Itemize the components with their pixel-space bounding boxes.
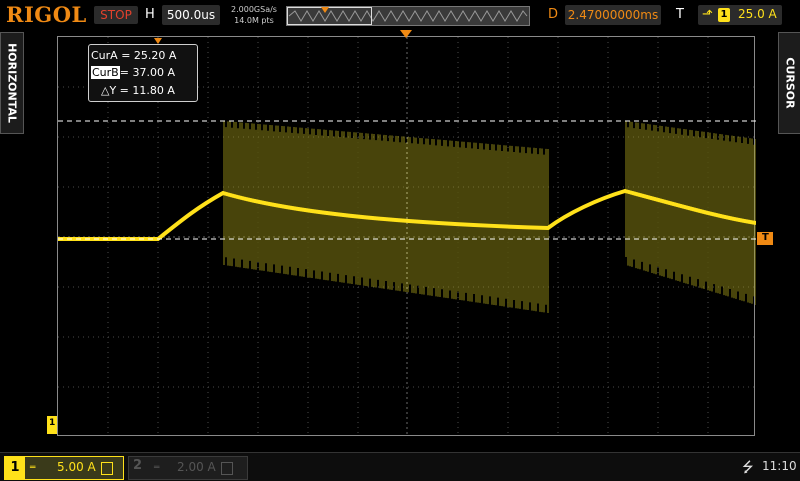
cursor-readout: CurA = 25.20 A CurB= 37.00 A △Y = 11.80 … [88,44,198,102]
memory-depth: 14.0M pts [234,16,274,25]
system-clock: 11:10 [762,459,797,473]
trigger-settings[interactable]: ⬏ 1 25.0 A [698,5,782,25]
channel-1-tab[interactable]: 1 ═ 5.00 A [4,456,124,480]
horizontal-label: H [145,7,155,22]
timebase-value[interactable]: 500.0us [162,5,220,25]
cursor-a-value: 25.20 A [133,49,177,62]
memory-waveform-icon [287,7,528,25]
sample-rate: 2.000GSa/s [231,5,277,14]
usb-icon: ⭍ [742,460,754,476]
delta-y-label: △Y = [101,84,129,97]
trigger-level-marker[interactable]: T [757,232,773,245]
cursor-a-label: CurA = [91,49,131,62]
memory-position-bar[interactable] [286,6,530,26]
ch1-scale: 5.00 A [57,460,96,474]
bottom-channel-bar: 1 ═ 5.00 A 2 ═ 2.00 A ⭍ 11:10 [0,452,800,481]
channel-2-tab[interactable]: 2 ═ 2.00 A [128,456,248,480]
cursor-b-sep: = [119,66,129,79]
rising-edge-icon: ⬏ [702,7,713,22]
trigger-label: T [676,7,684,22]
trigger-delay-value[interactable]: 2.47000000ms [565,5,661,25]
cursor-b-label: CurB [91,66,120,79]
top-status-bar: RIGOL STOP H 500.0us 2.000GSa/s 14.0M pt… [0,0,800,30]
bandwidth-limit-icon [101,462,113,475]
bandwidth-limit-icon-ch2 [221,462,233,475]
cursor-position-marker [154,38,162,44]
cursor-menu-tab[interactable]: CURSOR [778,32,800,134]
cursor-tab-label: CURSOR [783,57,797,109]
dc-coupling-icon-ch2: ═ [154,463,160,473]
ch1-ground-marker[interactable]: 1 [47,416,57,434]
cursor-b-value: 37.00 A [132,66,175,79]
dc-coupling-icon: ═ [30,463,36,473]
trigger-position-marker[interactable] [400,30,414,40]
horizontal-menu-tab[interactable]: HORIZONTAL [0,32,24,134]
ripple-band [625,121,756,305]
ch2-scale: 2.00 A [177,460,216,474]
delay-label: D [548,7,559,22]
ripple-band [223,121,549,313]
trigger-source-channel: 1 [718,8,730,22]
trigger-level-value: 25.0 A [738,7,777,21]
ch2-number: 2 [133,458,143,473]
brand-logo: RIGOL [6,2,87,27]
horizontal-tab-label: HORIZONTAL [5,43,19,123]
delta-y-value: 11.80 A [132,84,175,97]
ch1-waveform-envelope [223,121,756,313]
trigger-level-tag: T [762,232,769,243]
ch1-number: 1 [5,457,25,479]
run-stop-status[interactable]: STOP [94,6,138,24]
ch1-ground-tag: 1 [49,418,56,428]
